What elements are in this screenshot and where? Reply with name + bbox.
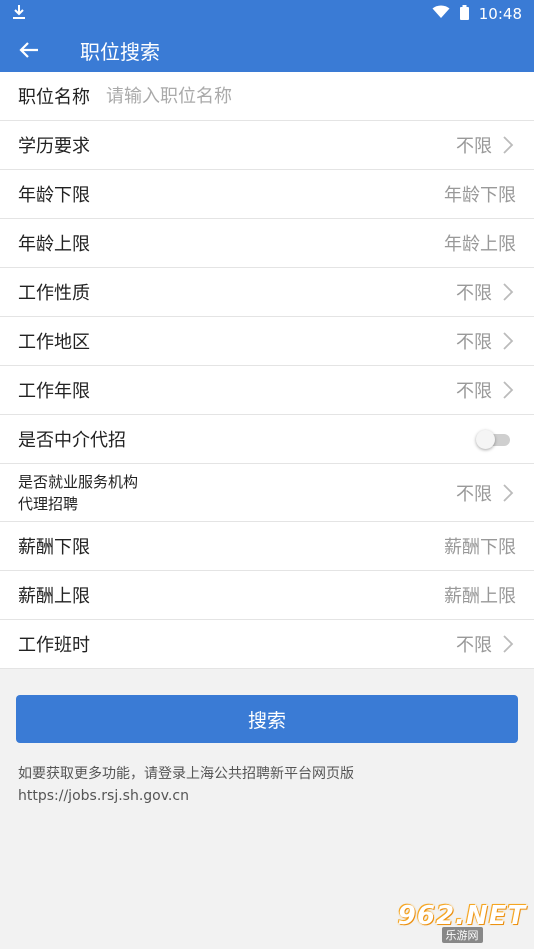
work-shift-label: 工作班时: [18, 635, 90, 656]
age-min-input[interactable]: 年龄下限: [444, 181, 516, 207]
work-area-row[interactable]: 工作地区 不限: [0, 317, 534, 366]
education-value: 不限: [456, 136, 492, 157]
watermark-subtitle: 乐游网: [441, 927, 483, 943]
salary-min-row[interactable]: 薪酬下限 薪酬下限: [0, 522, 534, 571]
work-years-value: 不限: [456, 381, 492, 402]
salary-max-label: 薪酬上限: [18, 586, 90, 607]
search-button[interactable]: 搜索: [16, 695, 518, 743]
job-name-input[interactable]: [104, 84, 516, 108]
job-name-label: 职位名称: [18, 87, 90, 108]
website-link[interactable]: https://jobs.rsj.sh.gov.cn: [18, 785, 354, 807]
chevron-right-icon: [503, 483, 514, 502]
app-bar: 职位搜索: [0, 28, 534, 72]
employment-agency-label-line1: 是否就业服务机构: [18, 472, 139, 491]
age-max-row[interactable]: 年龄上限 年龄上限: [0, 219, 534, 268]
page-title: 职位搜索: [80, 39, 160, 64]
age-min-label: 年龄下限: [18, 185, 90, 206]
arrow-left-icon: [19, 42, 38, 58]
agency-label: 是否中介代招: [18, 430, 126, 451]
age-min-row[interactable]: 年龄下限 年龄下限: [0, 170, 534, 219]
toggle-knob: [476, 430, 495, 449]
education-row[interactable]: 学历要求 不限: [0, 121, 534, 170]
chevron-right-icon: [503, 635, 514, 653]
employment-agency-label: 是否就业服务机构 代理招聘: [18, 471, 158, 515]
chevron-right-icon: [503, 283, 514, 301]
work-shift-row[interactable]: 工作班时 不限: [0, 620, 534, 669]
agency-toggle[interactable]: [476, 430, 512, 449]
status-bar: 10:48: [0, 0, 534, 28]
info-note-text: 如要获取更多功能，请登录上海公共招聘新平台网页版: [18, 766, 354, 782]
salary-min-input[interactable]: 薪酬下限: [444, 533, 516, 559]
wifi-icon: [432, 5, 450, 23]
chevron-right-icon: [503, 136, 514, 154]
age-max-input[interactable]: 年龄上限: [444, 230, 516, 256]
status-time: 10:48: [478, 5, 522, 23]
search-form: 职位名称 学历要求 不限 年龄下限 年龄下限 年龄上限 年龄上限 工作性质 不限…: [0, 72, 534, 669]
download-icon: [12, 4, 26, 24]
agency-row: 是否中介代招: [0, 415, 534, 464]
salary-max-row[interactable]: 薪酬上限 薪酬上限: [0, 571, 534, 620]
info-note: 如要获取更多功能，请登录上海公共招聘新平台网页版 https://jobs.rs…: [18, 763, 354, 807]
work-shift-value: 不限: [456, 635, 492, 656]
employment-agency-row[interactable]: 是否就业服务机构 代理招聘 不限: [0, 464, 534, 522]
job-nature-value: 不限: [456, 283, 492, 304]
salary-min-label: 薪酬下限: [18, 537, 90, 558]
back-button[interactable]: [16, 37, 42, 63]
salary-max-input[interactable]: 薪酬上限: [444, 582, 516, 608]
education-label: 学历要求: [18, 136, 90, 157]
battery-icon: [459, 4, 469, 24]
work-area-value: 不限: [456, 332, 492, 353]
work-years-label: 工作年限: [18, 381, 90, 402]
chevron-right-icon: [503, 381, 514, 399]
work-area-label: 工作地区: [18, 332, 90, 353]
watermark-logo: 962.NET 乐游网: [398, 901, 526, 943]
work-years-row[interactable]: 工作年限 不限: [0, 366, 534, 415]
age-max-label: 年龄上限: [18, 234, 90, 255]
job-nature-row[interactable]: 工作性质 不限: [0, 268, 534, 317]
employment-agency-value: 不限: [456, 483, 492, 505]
chevron-right-icon: [503, 332, 514, 350]
job-name-row: 职位名称: [0, 72, 534, 121]
job-nature-label: 工作性质: [18, 283, 90, 304]
employment-agency-label-line2: 代理招聘: [18, 494, 79, 513]
